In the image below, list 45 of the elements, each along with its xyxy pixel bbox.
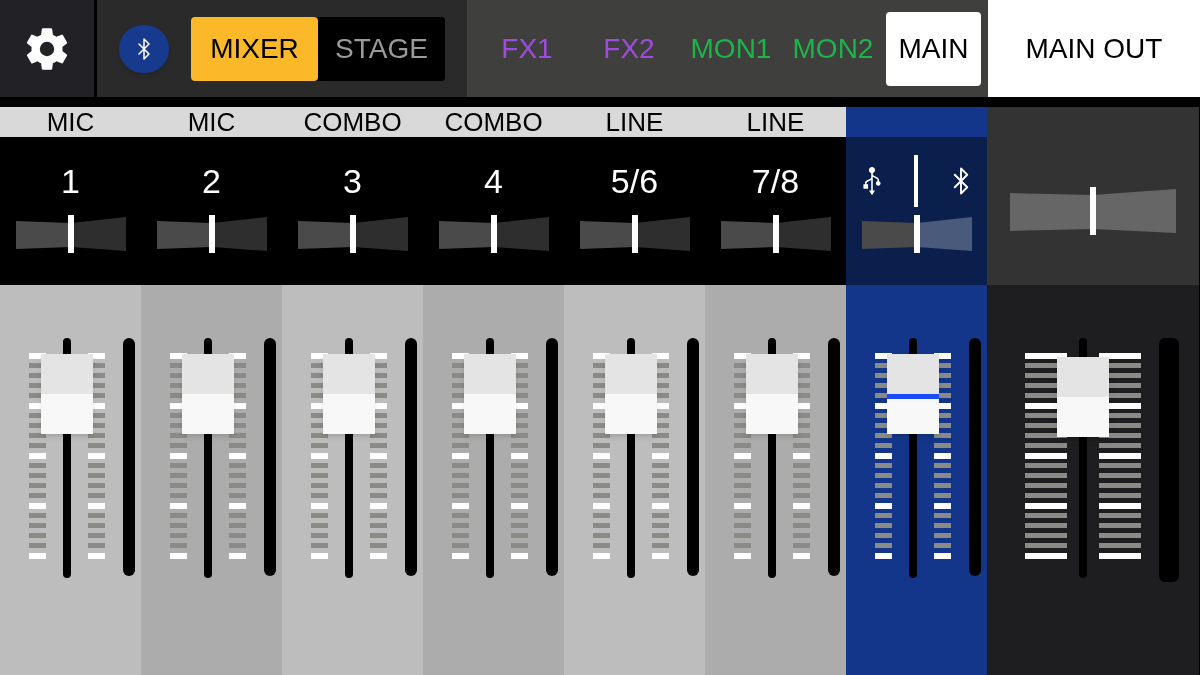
channel-number: 7/8 (751, 161, 800, 202)
channel-type: LINE (605, 109, 664, 135)
fader-handle[interactable] (40, 354, 93, 434)
pan-slider[interactable] (579, 215, 690, 253)
channel-number: 1 (61, 161, 80, 202)
pan-slider[interactable] (297, 215, 408, 253)
pan-handle[interactable] (67, 215, 74, 253)
channel-number: 3 (343, 161, 362, 202)
pan-slider[interactable] (720, 215, 831, 253)
channel-number: 4 (484, 161, 503, 202)
pan-handle[interactable] (772, 215, 779, 253)
pan-handle[interactable] (913, 215, 920, 253)
fader-handle[interactable] (604, 354, 657, 434)
pan-slider[interactable] (861, 215, 972, 253)
bus-tab[interactable]: MON2 (784, 11, 882, 86)
fader-handle[interactable] (886, 354, 939, 434)
fader-handle[interactable] (463, 354, 516, 434)
pan-slider[interactable] (438, 215, 549, 253)
pan-handle[interactable] (208, 215, 215, 253)
pan-slider[interactable] (1010, 187, 1176, 235)
pan-slider[interactable] (15, 215, 126, 253)
channel-type: COMBO (303, 109, 402, 135)
fader-handle[interactable] (745, 354, 798, 434)
bus-tab[interactable]: MON1 (682, 11, 780, 86)
bus-tab[interactable]: MAIN (886, 11, 981, 86)
pan-handle[interactable] (490, 215, 497, 253)
fader-handle[interactable] (181, 354, 234, 434)
bluetooth-button[interactable] (119, 24, 169, 73)
pan-handle[interactable] (1090, 187, 1096, 235)
channel-type: LINE (746, 109, 805, 135)
fader-handle[interactable] (322, 354, 375, 434)
pan-handle[interactable] (349, 215, 356, 253)
fader-handle[interactable] (1057, 357, 1109, 437)
pan-handle[interactable] (631, 215, 638, 253)
view-tab[interactable]: MIXER (191, 16, 318, 81)
channel-number: 5/6 (610, 161, 659, 202)
channel-type: COMBO (444, 109, 543, 135)
pan-slider[interactable] (156, 215, 267, 253)
output-title: MAIN OUT (1025, 31, 1163, 66)
bus-tab[interactable]: FX2 (580, 11, 678, 86)
settings-icon[interactable] (24, 25, 70, 72)
channel-number: 2 (202, 161, 221, 202)
channel-type: MIC (187, 109, 236, 135)
channel-type: MIC (46, 109, 95, 135)
bus-tab[interactable]: FX1 (478, 11, 576, 86)
